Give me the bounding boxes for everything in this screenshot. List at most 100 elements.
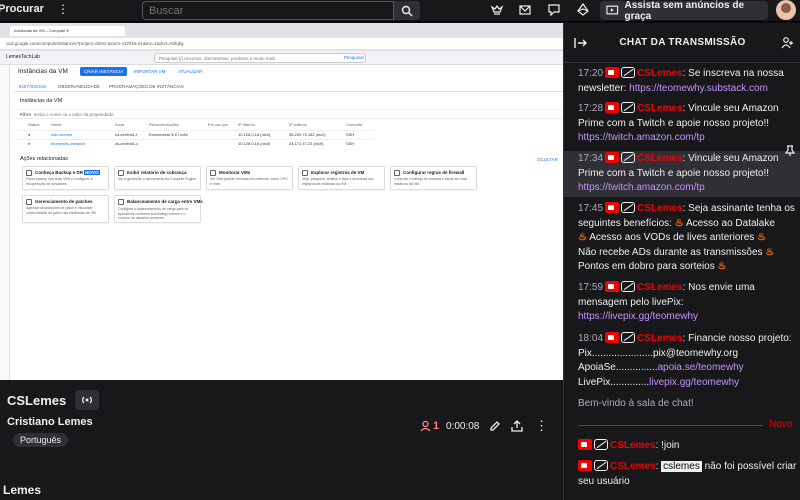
broadcaster-badge-icon xyxy=(578,460,592,471)
broadcaster-badge-icon xyxy=(605,102,620,113)
chat-username[interactable]: CSLemes xyxy=(610,440,656,451)
message-time: 17:59 xyxy=(578,282,604,293)
broadcast-icon xyxy=(82,396,92,404)
muted-badge-icon xyxy=(621,202,636,213)
message-time: 17:28 xyxy=(578,103,604,114)
chat-header: CHAT DA TRANSMISSÃO xyxy=(564,23,800,63)
status-ok-icon: ● xyxy=(28,141,31,146)
share-icon[interactable] xyxy=(510,419,524,433)
new-badge: NOVO xyxy=(84,170,100,175)
bits-icon[interactable] xyxy=(576,3,590,17)
search-input[interactable] xyxy=(142,1,394,20)
message-time: 17:20 xyxy=(578,68,604,79)
gcp-subtitle: Instâncias da VM xyxy=(20,98,63,104)
row-internal-ip: 10.128.0.16 (nic0) xyxy=(238,141,271,146)
browse-link[interactable]: Procurar xyxy=(0,3,44,15)
backup-icon xyxy=(26,170,32,176)
crown-icon[interactable] xyxy=(490,3,504,17)
message-link[interactable]: https://twitch.amazon.com/tp xyxy=(578,132,705,143)
viewer-count-value: 1 xyxy=(433,420,440,432)
filter-placeholder: Insira o nome ou o valor da propriedade xyxy=(33,112,114,117)
apoiase-link[interactable]: apoia.se/teomewhy xyxy=(657,362,743,373)
card-patches: Gerenciamento de patches Agendar atualiza… xyxy=(22,195,109,223)
chat-message: 17:20 CSLemes: Se inscreva na nossa newsl… xyxy=(564,67,800,96)
message-link[interactable]: https://twitch.amazon.com/tp xyxy=(578,182,705,193)
ad-free-button[interactable]: Assista sem anúncios de graça xyxy=(600,0,768,22)
video-player[interactable]: Instâncias de VM – Compute E oud.google.… xyxy=(0,23,563,380)
user-avatar[interactable] xyxy=(776,0,796,20)
row-connect: SSH xyxy=(346,141,355,146)
whispers-icon[interactable] xyxy=(547,3,561,17)
tab-observability: OBSERVABILIDADE xyxy=(58,84,100,89)
logs-icon xyxy=(302,170,308,176)
chat-username[interactable]: CSLemes xyxy=(637,68,683,79)
chat-panel: CHAT DA TRANSMISSÃO 17:20 CSLemes: Se ins… xyxy=(563,23,800,500)
fire-emote-icon: ♨ xyxy=(717,261,727,272)
card-title: Conheça Backup e DR xyxy=(35,170,84,175)
chat-message: 17:59 CSLemes: Nos envie uma mensagem pel… xyxy=(564,281,800,325)
monitor-icon xyxy=(210,170,216,176)
table-row: ● teomewhy-instance us-central1-c 10.128… xyxy=(14,139,374,147)
broadcaster-badge-icon xyxy=(605,332,620,343)
more-menu-icon[interactable]: ⋮ xyxy=(57,2,69,16)
row-internal-ip: 10.128.0.18 (nic0) xyxy=(238,132,271,137)
row-name: ssh-runners xyxy=(51,132,73,137)
muted-badge-icon xyxy=(594,460,608,471)
stream-uptime: 0:00:08 xyxy=(446,421,480,432)
new-divider xyxy=(578,425,763,426)
message-text: : Financie nosso projeto: xyxy=(682,333,792,344)
filter-bar: Filtro Insira o nome ou o valor da propr… xyxy=(14,109,563,119)
billing-icon xyxy=(118,170,124,176)
muted-badge-icon xyxy=(594,439,608,450)
broadcast-button[interactable] xyxy=(75,390,99,410)
broadcaster-badge-icon xyxy=(605,67,620,78)
tab-instances: INSTÂNCIAS xyxy=(19,84,47,89)
message-link[interactable]: https://livepix.gg/teomewhy xyxy=(578,311,698,322)
row-connect: SSH xyxy=(346,132,355,137)
more-options-icon[interactable]: ⋮ xyxy=(535,418,548,434)
chat-message: 17:28 CSLemes: Vincule seu Amazon Prime c… xyxy=(564,102,800,146)
community-icon[interactable] xyxy=(781,36,795,50)
message-time: 17:45 xyxy=(578,203,604,214)
chat-username[interactable]: CSLemes xyxy=(637,153,683,164)
card-desc: Configure o balanceamento de carga para … xyxy=(118,207,189,220)
col-connect: Conectar xyxy=(346,122,363,127)
hide-link: OCULTAR xyxy=(537,157,558,162)
chat-username[interactable]: CSLemes xyxy=(637,103,683,114)
tv-icon xyxy=(606,5,619,15)
chat-message: CSLemes: !join xyxy=(564,439,800,454)
chat-username[interactable]: CSLemes xyxy=(637,282,683,293)
card-billing: Exibir relatório de cobrança Ver e gerenc… xyxy=(114,166,201,190)
gcp-sidebar xyxy=(0,65,10,380)
gcp-header: LemesTechLab Pesquise (/) recursos, docu… xyxy=(0,51,563,65)
firewall-icon xyxy=(394,170,400,176)
refresh-button: ATUALIZAR xyxy=(178,69,203,74)
fire-emote-icon: ♨ xyxy=(765,246,775,258)
gcp-search-button: Pesquisar xyxy=(344,55,365,60)
card-title: Configurar regras de firewall xyxy=(403,170,465,175)
benefit-item: Acesso aos VODs de lives anteriores xyxy=(589,232,755,243)
col-external-ip: IP externo xyxy=(289,122,308,127)
channel-name[interactable]: CSLemes xyxy=(7,393,66,408)
broadcaster-badge-icon xyxy=(605,202,620,213)
user-mention[interactable]: cslemes xyxy=(661,461,702,472)
search-button[interactable] xyxy=(394,1,420,20)
language-tag[interactable]: Português xyxy=(13,433,69,447)
browser-tab: Instâncias de VM – Compute E xyxy=(10,26,125,36)
livepix-line: LivePix.............. xyxy=(578,376,650,388)
chat-username[interactable]: CSLemes xyxy=(637,203,683,214)
pix-line: Pix......................pix@teomewhy.or… xyxy=(578,347,739,359)
livepix-link[interactable]: livepix.gg/teomewhy xyxy=(649,377,739,388)
edit-icon[interactable] xyxy=(488,419,502,433)
col-status: Status xyxy=(28,122,40,127)
chat-username[interactable]: CSLemes xyxy=(610,461,656,472)
message-link[interactable]: https://teomewhy.substack.com xyxy=(629,83,768,94)
chat-username[interactable]: CSLemes xyxy=(637,333,683,344)
card-desc: Ver e gerenciar o faturamento do Compute… xyxy=(118,177,197,181)
address-bar: oud.google.com/compute/instances?project… xyxy=(0,38,563,49)
pin-icon[interactable] xyxy=(784,145,796,157)
muted-badge-icon xyxy=(621,102,636,113)
card-title: Explorar registros de VM xyxy=(311,170,365,175)
create-instance-button: CRIAR INSTÂNCIA xyxy=(80,67,128,76)
inbox-icon[interactable] xyxy=(518,3,532,17)
